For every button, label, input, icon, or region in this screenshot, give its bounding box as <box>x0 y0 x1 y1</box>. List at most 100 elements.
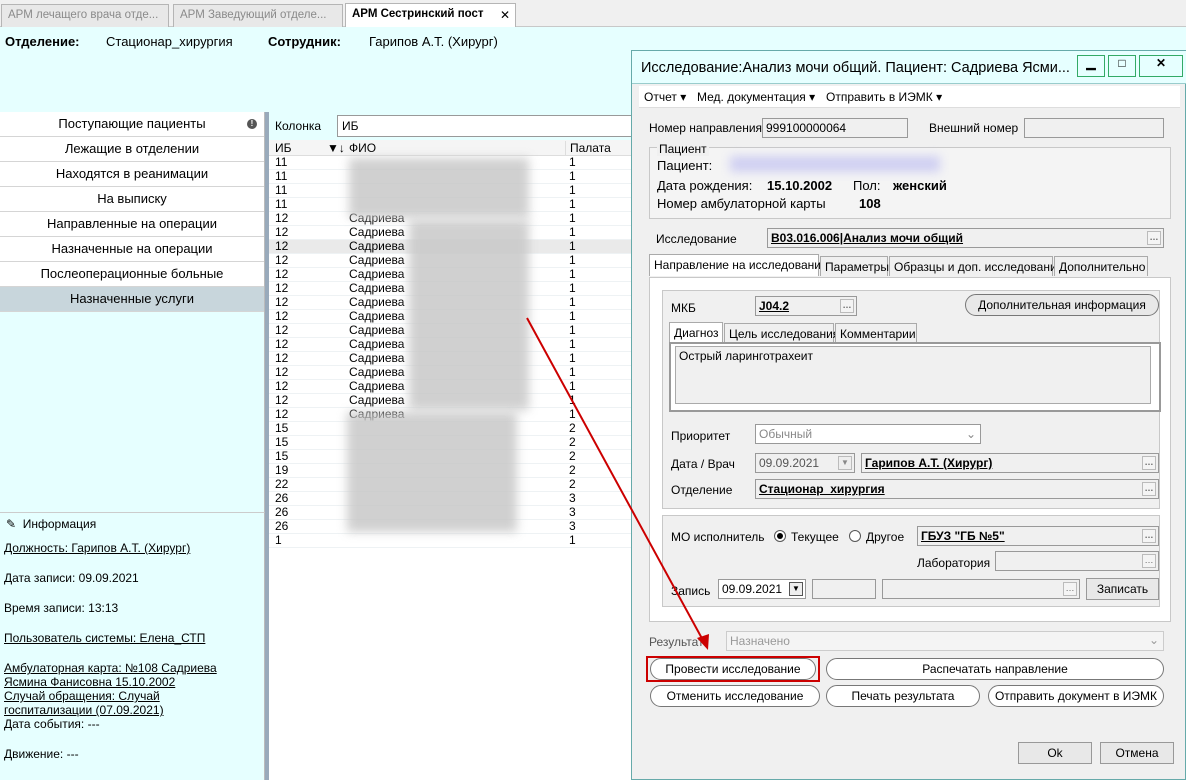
subtab-purpose[interactable]: Цель исследования <box>724 323 839 343</box>
table-cell-ib: 12 <box>275 295 289 309</box>
close-tab-icon[interactable]: ✕ <box>500 8 510 22</box>
tab-samples[interactable]: Образцы и доп. исследования <box>889 256 1063 276</box>
ellipsis-icon[interactable]: … <box>1142 456 1156 470</box>
nav-item-incoming-patients[interactable]: Поступающие пациенты! <box>0 112 264 137</box>
print-referral-button[interactable]: Распечатать направление <box>826 658 1164 680</box>
table-cell-fio: Садриева <box>349 379 405 393</box>
table-cell-palata: 1 <box>569 407 576 421</box>
calendar-icon[interactable]: ▼ <box>838 456 852 470</box>
ellipsis-icon[interactable]: … <box>1142 529 1156 543</box>
calendar-icon[interactable]: ▼ <box>789 582 803 596</box>
radio-current-label: Текущее <box>791 530 839 544</box>
filter-sort-icon[interactable]: ▼↓ <box>327 141 345 155</box>
table-cell-ib: 15 <box>275 435 289 449</box>
table-cell-ib: 26 <box>275 491 289 505</box>
record-button[interactable]: Записать <box>1086 578 1159 600</box>
col-header-fio[interactable]: ФИО <box>349 141 376 155</box>
tab-head-of-department[interactable]: АРМ Заведующий отделе... <box>173 4 343 27</box>
cancel-study-button[interactable]: Отменить исследование <box>650 685 820 707</box>
card-number-label: Номер амбулаторной карты <box>657 196 826 211</box>
ellipsis-icon[interactable]: … <box>1142 554 1156 568</box>
print-result-button[interactable]: Печать результата <box>826 685 980 707</box>
chevron-down-icon: ⌄ <box>1148 633 1159 647</box>
dialog-titlebar[interactable]: Исследование:Анализ мочи общий. Пациент:… <box>632 51 1186 84</box>
lab-field[interactable]: … <box>995 551 1159 571</box>
result-select[interactable]: Назначено ⌄ <box>726 631 1164 651</box>
tab-attending-doctor[interactable]: АРМ лечащего врача отде... <box>1 4 169 27</box>
mo-field[interactable]: ГБУЗ "ГБ №5" … <box>917 526 1159 546</box>
subtab-diagnosis[interactable]: Диагноз <box>669 322 723 342</box>
ok-button[interactable]: Ok <box>1018 742 1092 764</box>
column-filter-label: Колонка <box>275 119 322 133</box>
col-header-ib[interactable]: ИБ <box>275 141 292 155</box>
info-event-date: Дата события: --- <box>4 717 100 731</box>
table-cell-palata: 1 <box>569 225 576 239</box>
table-cell-palata: 1 <box>569 337 576 351</box>
nav-item-referred-to-surgery[interactable]: Направленные на операции <box>0 212 264 237</box>
info-card-line2[interactable]: Ясмина Фанисовна 15.10.2002 <box>4 675 260 689</box>
info-card-line1[interactable]: Амбулаторная карта: №108 Садриева <box>4 661 260 675</box>
referral-number-field[interactable]: 999100000064 <box>762 118 908 138</box>
mo-value: ГБУЗ "ГБ №5" <box>921 529 1005 543</box>
tab-additional[interactable]: Дополнительно <box>1054 256 1148 276</box>
menu-send-iemk[interactable]: Отправить в ИЭМК ▾ <box>826 90 942 104</box>
table-cell-ib: 19 <box>275 463 289 477</box>
info-case-line1[interactable]: Случай обращения: Случай <box>4 689 260 703</box>
diagnosis-textarea[interactable]: Острый ларинготрахеит <box>675 346 1151 404</box>
info-case-line2[interactable]: госпитализации (07.09.2021) <box>4 703 260 717</box>
nav-item-label: Поступающие пациенты <box>58 116 206 131</box>
executor-group: МО исполнитель Текущее Другое ГБУЗ "ГБ №… <box>662 515 1160 607</box>
info-position[interactable]: Должность: Гарипов А.Т. (Хирург) <box>4 541 260 555</box>
dob-label: Дата рождения: <box>657 178 753 193</box>
minimize-icon[interactable]: ▁ <box>1077 55 1105 77</box>
info-system-user[interactable]: Пользователь системы: Елена_СТП <box>4 631 260 645</box>
col-header-ward[interactable]: Палата <box>565 141 634 155</box>
mkb-field[interactable]: J04.2… <box>755 296 857 316</box>
department-field[interactable]: Стационар_хирургия… <box>755 479 1159 499</box>
priority-select[interactable]: Обычный ⌄ <box>755 424 981 444</box>
referral-tab-panel: МКБ J04.2 … Дополнительная информация Диа… <box>649 277 1171 622</box>
extra-info-button[interactable]: Дополнительная информация <box>965 294 1159 316</box>
doctor-field[interactable]: Гарипов А.Т. (Хирург)… <box>861 453 1159 473</box>
nav-item-lying-in-department[interactable]: Лежащие в отделении <box>0 137 264 162</box>
radio-other-label: Другое <box>866 530 905 544</box>
nav-item-label: Назначенные услуги <box>69 291 195 306</box>
ellipsis-icon[interactable]: … <box>1063 582 1077 596</box>
cancel-button[interactable]: Отмена <box>1100 742 1174 764</box>
referral-date-field[interactable]: 09.09.2021 ▼ <box>755 453 855 473</box>
conduct-study-button[interactable]: Провести исследование <box>650 658 816 680</box>
table-row[interactable]: 11 <box>269 534 634 548</box>
column-filter-input[interactable]: ИБ <box>337 115 634 137</box>
patient-name-redacted <box>730 156 940 172</box>
nav-item-assigned-services[interactable]: Назначенные услуги <box>0 287 264 312</box>
radio-other[interactable] <box>849 530 861 542</box>
ellipsis-icon[interactable]: … <box>1147 231 1161 245</box>
close-icon[interactable]: ✕ <box>1139 55 1183 77</box>
table-cell-palata: 2 <box>569 435 576 449</box>
record-slot-field[interactable]: … <box>882 579 1080 599</box>
nav-item-in-reanimation[interactable]: Находятся в реанимации <box>0 162 264 187</box>
ellipsis-icon[interactable]: … <box>840 299 854 313</box>
table-cell-ib: 12 <box>275 323 289 337</box>
diagnosis-group: МКБ J04.2 … Дополнительная информация Диа… <box>662 290 1161 509</box>
external-number-field[interactable] <box>1024 118 1164 138</box>
record-date-field[interactable]: 09.09.2021 ▼ <box>718 579 806 599</box>
nav-item-postoperative[interactable]: Послеоперационные больные <box>0 262 264 287</box>
nav-item-label: Лежащие в отделении <box>64 141 200 156</box>
table-cell-fio: Садриева <box>349 295 405 309</box>
tab-referral[interactable]: Направление на исследование <box>649 254 828 276</box>
maximize-icon[interactable]: □ <box>1108 55 1136 77</box>
tab-nurse-station[interactable]: АРМ Сестринский пост ✕ <box>345 3 516 28</box>
nav-item-scheduled-surgery[interactable]: Назначенные на операции <box>0 237 264 262</box>
menu-report[interactable]: Отчет ▾ <box>644 90 686 104</box>
menu-med-docs[interactable]: Мед. документация ▾ <box>697 90 815 104</box>
ellipsis-icon[interactable]: … <box>1142 482 1156 496</box>
subtab-comments[interactable]: Комментарии <box>835 323 917 343</box>
tab-parameters[interactable]: Параметры <box>820 256 889 276</box>
record-time-field[interactable] <box>812 579 876 599</box>
patients-grid-panel: Колонка ИБ ИБ ▼↓ ФИО Палата 11 1 11 1 11 1 11 1… <box>269 112 634 780</box>
study-field[interactable]: B03.016.006|Анализ мочи общий… <box>767 228 1164 248</box>
nav-item-to-discharge[interactable]: На выписку <box>0 187 264 212</box>
radio-current[interactable] <box>774 530 786 542</box>
send-document-button[interactable]: Отправить документ в ИЭМК <box>988 685 1164 707</box>
